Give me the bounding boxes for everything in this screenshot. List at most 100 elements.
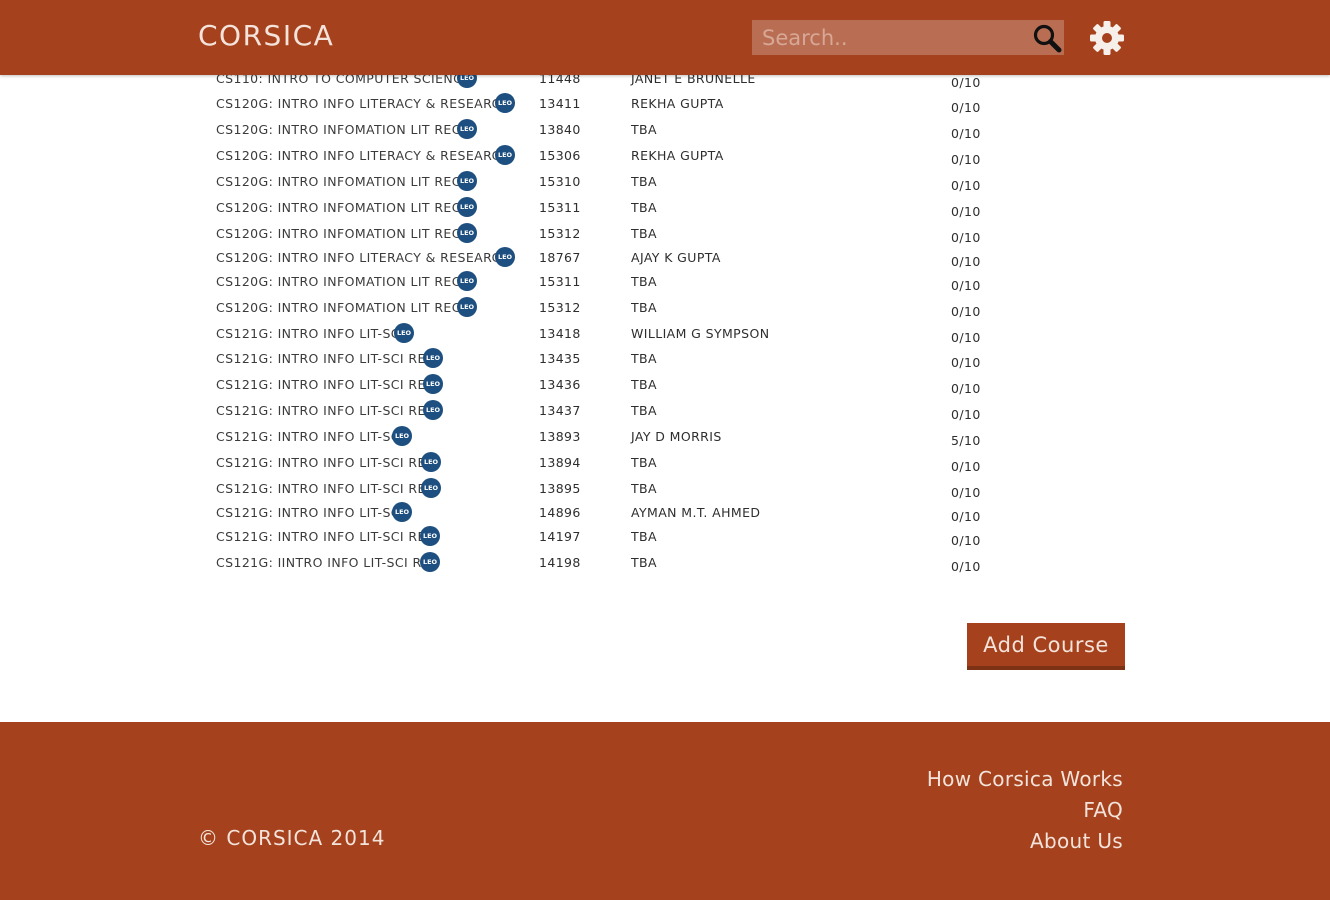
course-number: 15310 [539, 174, 581, 189]
course-instructor: TBA [631, 377, 657, 392]
course-row[interactable]: CS120G: INTRO INFO LITERACY & RESEARCH LE… [0, 145, 1330, 170]
leo-badge-icon: LEO [457, 197, 477, 217]
course-instructor: TBA [631, 300, 657, 315]
course-row[interactable]: CS121G: INTRO INFO LIT-SCI REC LEO 13895 TB… [0, 478, 1330, 503]
course-instructor: TBA [631, 555, 657, 570]
search-box [752, 20, 1064, 55]
course-number: 14896 [539, 505, 581, 520]
course-name-link[interactable]: CS120G: INTRO INFO LITERACY & RESEARCH [216, 148, 511, 163]
course-number: 13893 [539, 429, 581, 444]
search-input[interactable] [752, 20, 1022, 55]
leo-badge-icon: LEO [423, 374, 443, 394]
course-name-link[interactable]: CS120G: INTRO INFO LITERACY & RESEARCH [216, 250, 511, 265]
leo-badge-icon: LEO [457, 119, 477, 139]
course-row[interactable]: CS120G: INTRO INFOMATION LIT REC LEO 15310… [0, 171, 1330, 196]
course-instructor: REKHA GUPTA [631, 148, 724, 163]
leo-badge-icon: LEO [420, 526, 440, 546]
course-seats: 0/10 [951, 459, 981, 474]
course-row[interactable]: CS121G: INTRO INFO LIT-SCI REC LEO 13436 TB… [0, 374, 1330, 399]
leo-badge-icon: LEO [420, 552, 440, 572]
course-number: 15306 [539, 148, 581, 163]
course-row[interactable]: CS120G: INTRO INFOMATION LIT REC LEO 15311… [0, 197, 1330, 222]
add-course-button[interactable]: Add Course [967, 623, 1125, 670]
settings-button[interactable] [1088, 19, 1126, 57]
course-name-link[interactable]: CS121G: INTRO INFO LIT-SCI REC [216, 455, 435, 470]
course-row[interactable]: CS120G: INTRO INFOMATION LIT REC LEO 13840… [0, 119, 1330, 144]
course-row[interactable]: CS121G: INTRO INFO LIT-SCI REC LEO 13894 TB… [0, 452, 1330, 477]
course-row[interactable]: CS121G: INTRO INFO LIT-SCI REC LEO 14197 TB… [0, 526, 1330, 551]
course-seats: 0/10 [951, 355, 981, 370]
footer-link-how-corsica-works[interactable]: How Corsica Works [927, 764, 1123, 795]
course-seats: 0/10 [951, 100, 981, 115]
course-name-link[interactable]: CS120G: INTRO INFOMATION LIT REC [216, 174, 461, 189]
course-seats: 0/10 [951, 126, 981, 141]
course-row[interactable]: CS120G: INTRO INFOMATION LIT REC LEO 15311… [0, 271, 1330, 296]
course-instructor: TBA [631, 174, 657, 189]
footer-links: How Corsica Works FAQ About Us [927, 764, 1123, 857]
course-seats: 0/10 [951, 485, 981, 500]
course-instructor: TBA [631, 122, 657, 137]
course-instructor: AYMAN M.T. AHMED [631, 505, 761, 520]
course-name-link[interactable]: CS121G: INTRO INFO LIT-SCI [216, 505, 404, 520]
course-row[interactable]: CS120G: INTRO INFOMATION LIT REC LEO 15312… [0, 223, 1330, 248]
course-name-link[interactable]: CS120G: INTRO INFOMATION LIT REC [216, 200, 461, 215]
course-seats: 0/10 [951, 204, 981, 219]
course-name-link[interactable]: CS120G: INTRO INFO LITERACY & RESEARCH [216, 96, 511, 111]
leo-badge-icon: LEO [457, 171, 477, 191]
course-name-link[interactable]: CS121G: INTRO INFO LIT-SCI REC [216, 481, 435, 496]
course-instructor: TBA [631, 455, 657, 470]
course-seats: 0/10 [951, 330, 981, 345]
course-row[interactable]: CS120G: INTRO INFO LITERACY & RESEARCH LE… [0, 93, 1330, 118]
course-number: 13840 [539, 122, 581, 137]
course-number: 15312 [539, 226, 581, 241]
course-name-link[interactable]: CS121G: INTRO INFO LIT-SCI [216, 429, 404, 444]
course-name-link[interactable]: CS121G: INTRO INFO LIT-SCI [216, 326, 404, 341]
course-number: 15312 [539, 300, 581, 315]
course-name-link[interactable]: CS121G: INTRO INFO LIT-SCI REC [216, 351, 435, 366]
top-bar: CORSICA [0, 0, 1330, 75]
leo-badge-icon: LEO [457, 297, 477, 317]
course-name-link[interactable]: CS121G: INTRO INFO LIT-SCI REC [216, 529, 435, 544]
search-icon [1033, 24, 1062, 53]
course-row[interactable]: CS121G: INTRO INFO LIT-SCI LEO 13893 JAY D … [0, 426, 1330, 451]
course-number: 13894 [539, 455, 581, 470]
course-number: 14197 [539, 529, 581, 544]
course-number: 13895 [539, 481, 581, 496]
course-seats: 0/10 [951, 509, 981, 524]
course-name-link[interactable]: CS121G: INTRO INFO LIT-SCI REC [216, 377, 435, 392]
course-row[interactable]: CS120G: INTRO INFOMATION LIT REC LEO 15312… [0, 297, 1330, 322]
course-number: 13436 [539, 377, 581, 392]
footer-link-faq[interactable]: FAQ [927, 795, 1123, 826]
leo-badge-icon: LEO [421, 452, 441, 472]
course-row[interactable]: CS121G: INTRO INFO LIT-SCI LEO 13418 WILLIA… [0, 323, 1330, 348]
course-instructor: TBA [631, 351, 657, 366]
leo-badge-icon: LEO [495, 247, 515, 267]
course-number: 18767 [539, 250, 581, 265]
course-row[interactable]: CS121G: INTRO INFO LIT-SCI REC LEO 13435 TB… [0, 348, 1330, 373]
course-name-link[interactable]: CS120G: INTRO INFOMATION LIT REC [216, 122, 461, 137]
course-row[interactable]: CS120G: INTRO INFO LITERACY & RESEARCH LE… [0, 247, 1330, 272]
course-row[interactable]: CS121G: IINTRO INFO LIT-SCI REC LEO 14198 T… [0, 552, 1330, 577]
course-number: 13411 [539, 96, 581, 111]
course-row[interactable]: CS121G: INTRO INFO LIT-SCI LEO 14896 AYMAN … [0, 502, 1330, 527]
course-instructor: REKHA GUPTA [631, 96, 724, 111]
course-seats: 0/10 [951, 381, 981, 396]
course-seats: 0/10 [951, 254, 981, 269]
course-row[interactable]: CS121G: INTRO INFO LIT-SCI REC LEO 13437 TB… [0, 400, 1330, 425]
leo-badge-icon: LEO [457, 271, 477, 291]
course-name-link[interactable]: CS121G: IINTRO INFO LIT-SCI REC [216, 555, 439, 570]
course-name-link[interactable]: CS121G: INTRO INFO LIT-SCI REC [216, 403, 435, 418]
course-name-link[interactable]: CS120G: INTRO INFOMATION LIT REC [216, 274, 461, 289]
footer-link-about-us[interactable]: About Us [927, 826, 1123, 857]
course-seats: 5/10 [951, 433, 981, 448]
course-number: 13437 [539, 403, 581, 418]
course-name-link[interactable]: CS120G: INTRO INFOMATION LIT REC [216, 226, 461, 241]
course-number: 13418 [539, 326, 581, 341]
search-button[interactable] [1030, 21, 1064, 55]
brand-logo[interactable]: CORSICA [198, 19, 334, 52]
course-name-link[interactable]: CS120G: INTRO INFOMATION LIT REC [216, 300, 461, 315]
course-instructor: TBA [631, 403, 657, 418]
course-instructor: TBA [631, 529, 657, 544]
leo-badge-icon: LEO [423, 348, 443, 368]
course-instructor: TBA [631, 200, 657, 215]
